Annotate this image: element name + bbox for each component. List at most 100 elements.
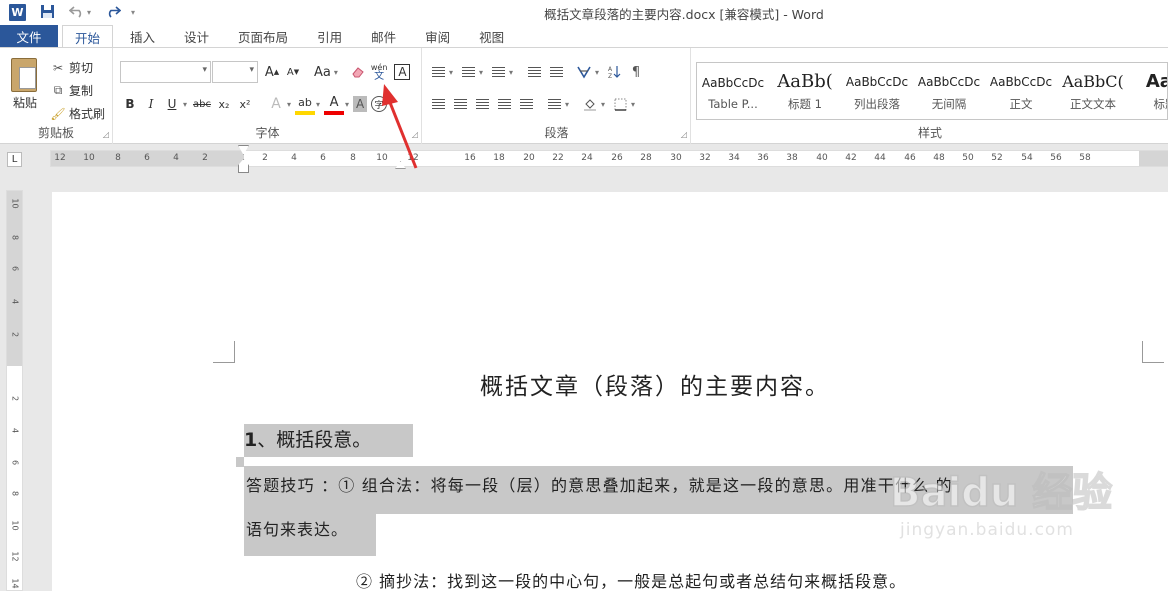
ruler-tick: 2: [202, 153, 208, 163]
style-sample: AaBbCcDc: [701, 76, 765, 90]
align-left-button[interactable]: [427, 93, 449, 115]
tab-design[interactable]: 设计: [172, 25, 221, 48]
borders-dropdown-icon[interactable]: ▾: [631, 100, 635, 109]
superscript-button[interactable]: x²: [235, 93, 255, 115]
strikethrough-button[interactable]: abc: [191, 93, 213, 115]
bullets-button[interactable]: [427, 61, 449, 83]
italic-button[interactable]: I: [141, 93, 161, 115]
chinese-layout-dropdown-icon[interactable]: ▾: [595, 68, 599, 77]
paragraph-line[interactable]: ② 摘抄法：找到这一段的中心句，一般是总起句或者总结句来概括段意。: [356, 568, 906, 591]
bullets-dropdown-icon[interactable]: ▾: [449, 68, 453, 77]
ruler-tick: 52: [991, 153, 1003, 163]
text-effects-button[interactable]: A: [266, 93, 286, 115]
style-no-spacing[interactable]: AaBbCcDc 无间隔: [913, 63, 985, 119]
style-name: Table P...: [708, 97, 758, 111]
align-right-icon: [475, 98, 489, 110]
align-center-button[interactable]: [449, 93, 471, 115]
style-title[interactable]: AaE 标题: [1129, 63, 1167, 119]
bullets-icon: [431, 66, 445, 78]
svg-text:Z: Z: [608, 73, 612, 79]
horizontal-ruler[interactable]: 12 10 8 6 4 2 2 4 6 8 10 12 16 18 20 22 …: [50, 150, 1168, 167]
subscript-button[interactable]: x₂: [214, 93, 234, 115]
multilevel-dropdown-icon[interactable]: ▾: [509, 68, 513, 77]
font-color-button[interactable]: A: [324, 93, 345, 115]
underline-button[interactable]: U: [162, 93, 182, 115]
paragraph-launcher-icon[interactable]: ◿: [681, 130, 687, 139]
tab-review[interactable]: 审阅: [413, 25, 462, 48]
copy-button[interactable]: ⧉ 复制: [50, 79, 105, 102]
tab-file[interactable]: 文件: [0, 25, 58, 48]
vruler-tick: 2: [10, 331, 20, 338]
font-color-dropdown-icon[interactable]: ▾: [345, 100, 349, 109]
selection-marker: [236, 457, 244, 467]
font-size-combobox[interactable]: [212, 61, 258, 83]
tab-home[interactable]: 开始: [62, 25, 114, 49]
ruler-tick: 34: [728, 153, 740, 163]
clipboard-launcher-icon[interactable]: ◿: [103, 130, 109, 139]
justify-button[interactable]: [493, 93, 515, 115]
show-formatting-button[interactable]: ¶: [625, 61, 647, 83]
ruler-tick: 22: [552, 153, 564, 163]
heading-1[interactable]: 1、概括段意。: [244, 424, 413, 457]
style-normal[interactable]: AaBbCcDc 正文: [985, 63, 1057, 119]
tab-mailings[interactable]: 邮件: [359, 25, 408, 48]
document-title[interactable]: 概括文章（段落）的主要内容。: [480, 367, 830, 401]
line-spacing-dropdown-icon[interactable]: ▾: [565, 100, 569, 109]
character-shading-button[interactable]: A: [353, 96, 368, 112]
clear-formatting-button[interactable]: [348, 61, 368, 83]
align-right-button[interactable]: [471, 93, 493, 115]
line-spacing-button[interactable]: [543, 93, 565, 115]
style-list-paragraph[interactable]: AaBbCcDc 列出段落: [841, 63, 913, 119]
paragraph-group: ▾ ▾ ▾ ▾ AZ ¶ ▾ ▾ ▾ 段落 ◿: [423, 48, 691, 144]
vertical-ruler[interactable]: 10 8 6 4 2 2 4 6 8 10 12 14: [6, 190, 23, 591]
tab-insert[interactable]: 插入: [118, 25, 167, 48]
decrease-indent-button[interactable]: [523, 61, 545, 83]
increase-indent-button[interactable]: [545, 61, 567, 83]
tab-page-layout[interactable]: 页面布局: [226, 25, 300, 48]
sort-button[interactable]: AZ: [603, 61, 625, 83]
shrink-font-button[interactable]: A ▼: [283, 61, 303, 83]
clipboard-group: 粘贴 ✂ 剪切 ⧉ 复制 🖌 格式刷 剪贴板 ◿: [0, 48, 113, 144]
format-painter-button[interactable]: 🖌 格式刷: [50, 102, 105, 125]
change-case-button[interactable]: Aa: [312, 61, 333, 83]
highlight-dropdown-icon[interactable]: ▾: [316, 100, 320, 109]
numbering-button[interactable]: [457, 61, 479, 83]
tab-selector[interactable]: L: [7, 152, 22, 167]
borders-button[interactable]: [609, 93, 631, 115]
paragraph-line[interactable]: 语句来表达。: [246, 516, 348, 540]
document-page[interactable]: 概括文章（段落）的主要内容。 1、概括段意。 答题技巧 ：① 组合法：将每一段（…: [52, 192, 1168, 591]
chinese-layout-button[interactable]: [573, 61, 595, 83]
tab-view[interactable]: 视图: [467, 25, 516, 48]
font-name-combobox[interactable]: [120, 61, 211, 83]
underline-dropdown-icon[interactable]: ▾: [183, 100, 187, 109]
style-heading-1[interactable]: AaBb( 标题 1: [769, 63, 841, 119]
ribbon: 粘贴 ✂剪切 ⧉复制 🖌格式刷 剪贴板 ◿ A▲ A▼ Aa ▾ wén 文 A: [0, 47, 1168, 144]
multilevel-list-button[interactable]: [487, 61, 509, 83]
vruler-tick: 4: [10, 427, 20, 434]
ruler-right-margin: [1139, 151, 1168, 166]
highlight-button[interactable]: ab: [295, 93, 316, 115]
change-case-dropdown-icon[interactable]: ▾: [334, 68, 338, 77]
grow-font-button[interactable]: A ▲: [262, 61, 282, 83]
style-body-text[interactable]: AaBbC( 正文文本: [1057, 63, 1129, 119]
eraser-icon: [352, 67, 364, 78]
style-table-paragraph[interactable]: AaBbCcDc Table P...: [697, 63, 769, 119]
grow-font-label: A: [264, 64, 274, 80]
ruler-tick: 50: [962, 153, 974, 163]
paragraph-line[interactable]: 答题技巧 ：① 组合法：将每一段（层）的意思叠加起来，就是这一段的意思。用准干什…: [246, 472, 953, 496]
shading-button[interactable]: [579, 93, 601, 115]
tab-references[interactable]: 引用: [305, 25, 354, 48]
numbering-dropdown-icon[interactable]: ▾: [479, 68, 483, 77]
paste-label: 粘贴: [12, 96, 37, 110]
distributed-button[interactable]: [515, 93, 537, 115]
text-effects-dropdown-icon[interactable]: ▾: [287, 100, 291, 109]
ruler-tick: 48: [933, 153, 945, 163]
cut-button[interactable]: ✂ 剪切: [50, 56, 105, 79]
paste-button[interactable]: 粘贴: [8, 58, 42, 111]
vruler-tick: 10: [10, 198, 20, 209]
bold-button[interactable]: B: [120, 93, 140, 115]
ruler-tick: 6: [144, 153, 150, 163]
shading-dropdown-icon[interactable]: ▾: [601, 100, 605, 109]
numbering-icon: [461, 66, 475, 78]
cut-label: 剪切: [69, 61, 94, 75]
